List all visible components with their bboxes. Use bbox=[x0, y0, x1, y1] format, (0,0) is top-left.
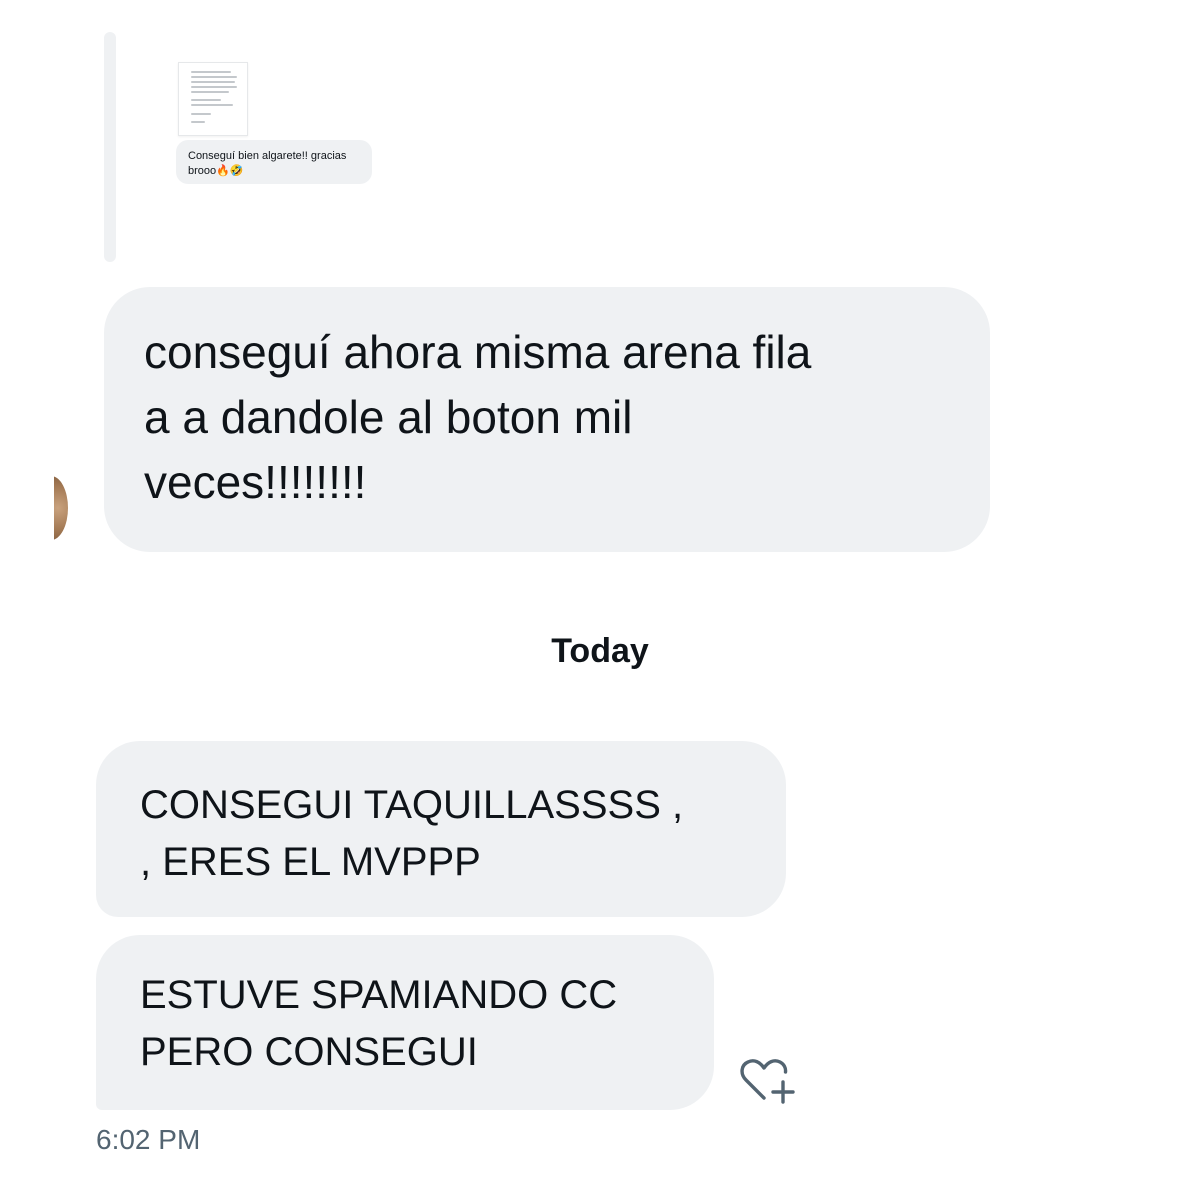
heart-plus-icon[interactable] bbox=[738, 1054, 798, 1106]
doc-line bbox=[191, 81, 235, 83]
message-timestamp: 6:02 PM bbox=[96, 1124, 201, 1155]
document-thumbnail-icon[interactable] bbox=[178, 62, 248, 136]
message-bubble[interactable]: ESTUVE SPAMIANDO CC PERO CONSEGUI bbox=[96, 935, 714, 1110]
quoted-reply-rail bbox=[104, 32, 116, 262]
date-divider: Today bbox=[551, 632, 649, 670]
doc-line bbox=[191, 121, 205, 123]
doc-line bbox=[191, 113, 211, 115]
doc-line bbox=[191, 71, 231, 73]
doc-line bbox=[191, 99, 221, 101]
doc-line bbox=[191, 76, 237, 78]
doc-line bbox=[191, 91, 229, 93]
message-bubble[interactable]: conseguí ahora misma arena fila a a dand… bbox=[104, 287, 990, 552]
quoted-message-bubble[interactable]: Conseguí bien algarete!! gracias brooo🔥🤣 bbox=[176, 140, 372, 184]
doc-line bbox=[191, 104, 233, 106]
message-bubble[interactable]: CONSEGUI TAQUILLASSSS , , ERES EL MVPPP bbox=[96, 741, 786, 917]
doc-line bbox=[191, 86, 237, 88]
avatar-edge-mask bbox=[0, 460, 54, 560]
